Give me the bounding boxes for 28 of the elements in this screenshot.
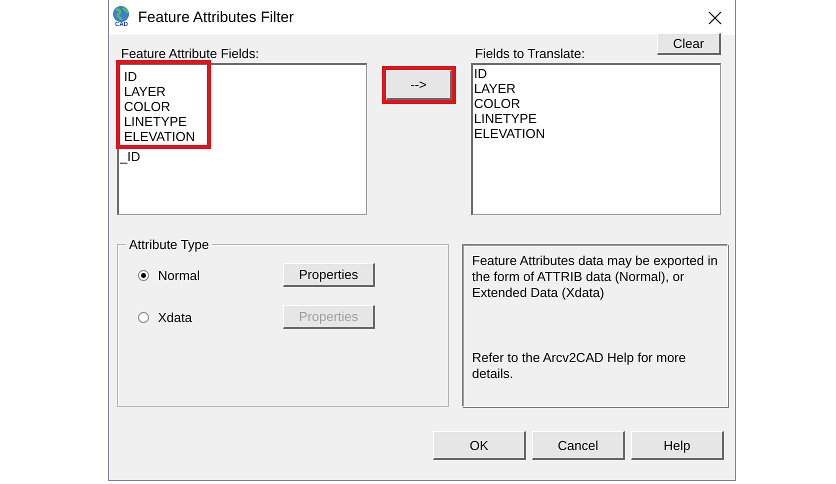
info-text: Refer to the Arcv2CAD Help for more details. <box>472 350 687 382</box>
dialog-button[interactable]: Cancel <box>532 431 625 460</box>
list-item[interactable]: ELEVATION <box>473 126 546 141</box>
list-item[interactable]: ID <box>123 69 196 84</box>
add-button[interactable]: --> <box>386 70 452 100</box>
list-label: Fields to Translate: <box>474 46 585 61</box>
attribute-fields-list[interactable]: ID LAYER COLOR LINETYPE ELEVATION _ID <box>117 63 367 215</box>
radio-option[interactable]: Xdata <box>138 310 283 324</box>
list-item[interactable]: LINETYPE <box>473 111 537 126</box>
clear-button[interactable]: Clear <box>657 33 721 55</box>
dialog-button[interactable]: OK <box>433 431 526 460</box>
dialog-button[interactable]: Help <box>631 431 724 460</box>
list-item[interactable]: ID <box>473 66 487 81</box>
list-label: Feature Attribute Fields: <box>120 46 260 61</box>
translate-fields-list[interactable]: ID LAYER COLOR LINETYPE ELEVATION <box>471 63 721 215</box>
group-title: Attribute Type <box>126 237 212 252</box>
properties-button[interactable]: Properties <box>283 263 375 287</box>
list-item[interactable]: LINETYPE <box>123 114 196 129</box>
list-item[interactable]: COLOR <box>473 96 520 111</box>
list-item[interactable]: _ID <box>119 149 140 164</box>
list-item[interactable]: ELEVATION <box>123 129 196 144</box>
list-item[interactable]: COLOR <box>123 99 196 114</box>
window-title: Feature Attributes Filter <box>138 9 295 26</box>
list-item[interactable]: LAYER <box>123 84 196 99</box>
radio-option[interactable]: Normal <box>138 268 283 282</box>
info-text: Feature Attributes data may be exported in the form of ATTRIB data (Normal), or Extended Data (Xdata) <box>472 253 718 301</box>
list-item[interactable]: LAYER <box>473 81 516 96</box>
globe-icon <box>112 4 130 22</box>
